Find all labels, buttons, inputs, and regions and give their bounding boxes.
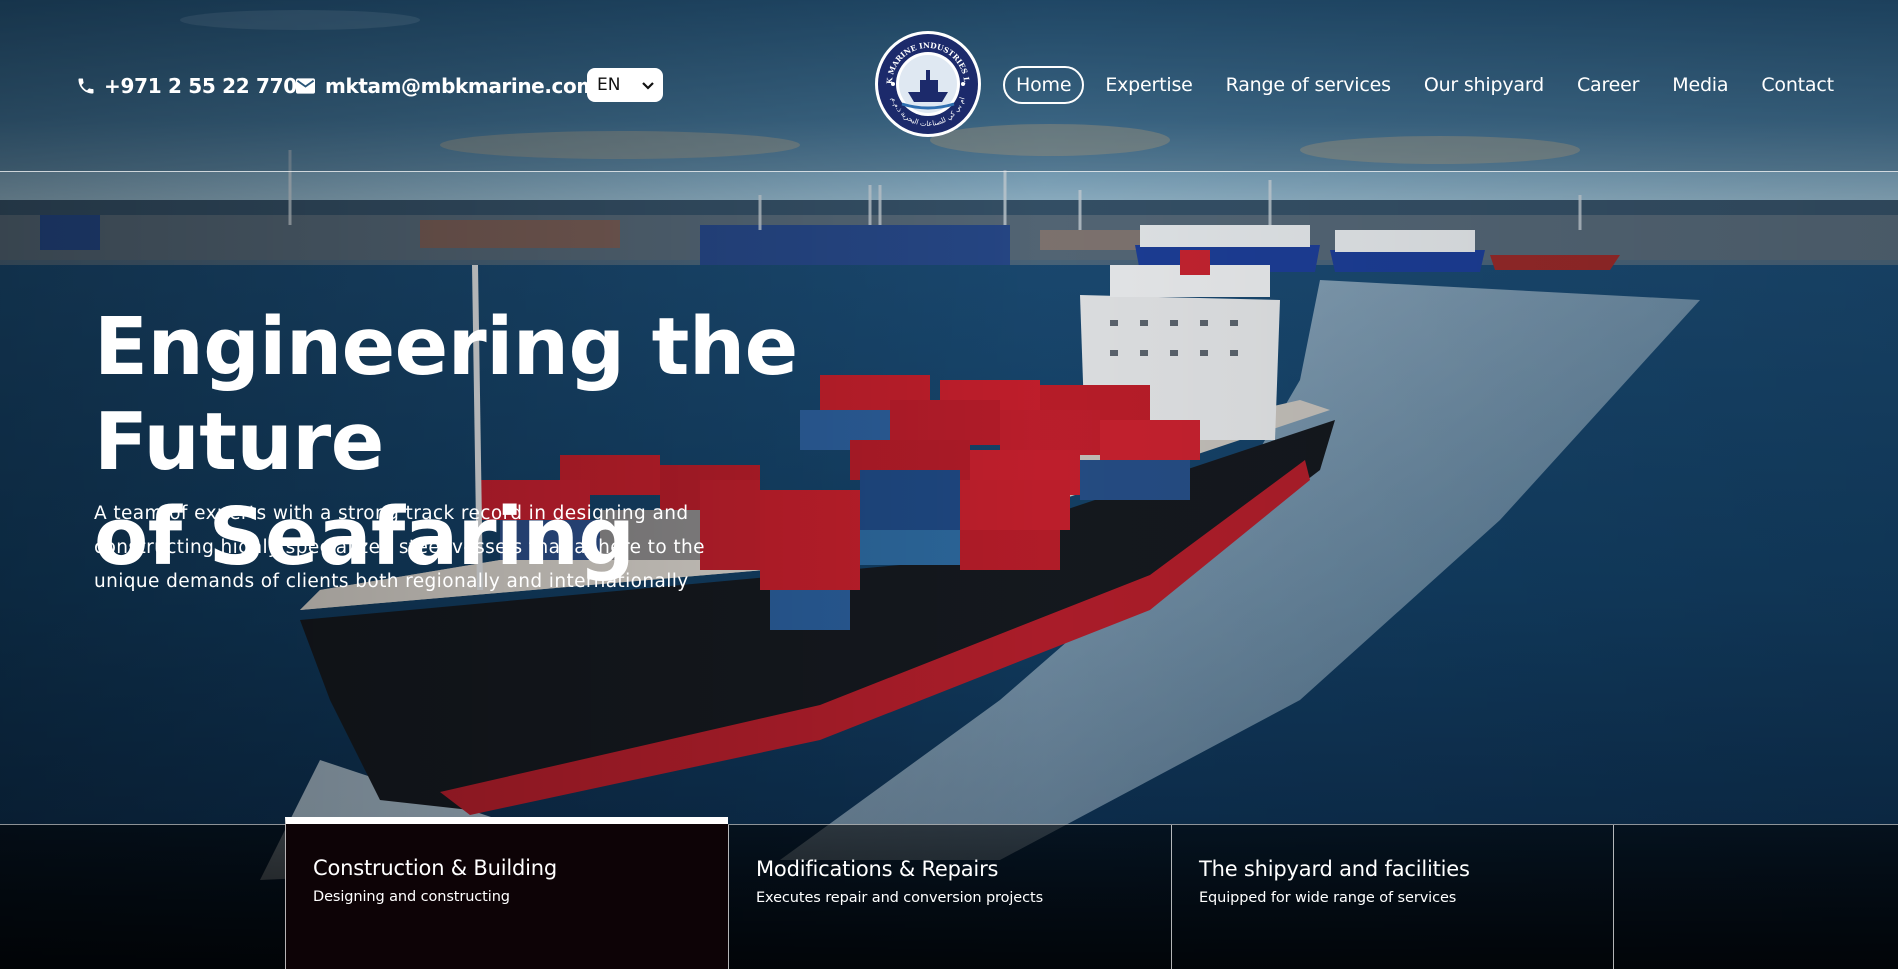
tab-modifications-repairs[interactable]: Modifications & Repairs Executes repair … xyxy=(728,825,1171,969)
tab-construction-building[interactable]: Construction & Building Designing and co… xyxy=(285,817,728,969)
nav-range-of-services[interactable]: Range of services xyxy=(1214,66,1403,104)
language-select[interactable]: EN xyxy=(587,68,663,102)
tab-shipyard-facilities[interactable]: The shipyard and facilities Equipped for… xyxy=(1171,825,1614,969)
mail-icon xyxy=(296,78,315,94)
company-logo[interactable]: MBK MARINE INDUSTRIES L.L.C ام بي كي للص… xyxy=(870,23,982,138)
phone-link[interactable]: +971 2 55 22 770 xyxy=(76,72,297,100)
email-address: mktam@mbkmarine.com xyxy=(325,74,597,98)
phone-icon xyxy=(76,76,96,96)
language-value: EN xyxy=(597,75,621,95)
nav-contact[interactable]: Contact xyxy=(1749,66,1846,104)
services-tab-bar: Construction & Building Designing and co… xyxy=(0,817,1898,969)
hero-subtitle: A team of experts with a strong track re… xyxy=(94,503,705,592)
hero-title-line-1: Engineering the Future xyxy=(94,301,798,488)
main-nav: Home Expertise Range of services Our shi… xyxy=(1003,66,1855,104)
nav-career[interactable]: Career xyxy=(1565,66,1651,104)
tab-title: The shipyard and facilities xyxy=(1199,857,1470,881)
tab-description: Designing and constructing xyxy=(313,889,510,905)
phone-number: +971 2 55 22 770 xyxy=(104,74,297,98)
nav-media[interactable]: Media xyxy=(1660,66,1740,104)
tab-title: Modifications & Repairs xyxy=(756,857,999,881)
chevron-down-icon xyxy=(642,75,654,95)
nav-expertise[interactable]: Expertise xyxy=(1093,66,1204,104)
tab-description: Equipped for wide range of services xyxy=(1199,890,1457,906)
email-link[interactable]: mktam@mbkmarine.com xyxy=(296,72,597,100)
nav-home[interactable]: Home xyxy=(1003,66,1085,104)
tab-title: Construction & Building xyxy=(313,856,558,880)
tab-description: Executes repair and conversion projects xyxy=(756,890,1044,906)
nav-our-shipyard[interactable]: Our shipyard xyxy=(1412,66,1556,104)
tab-divider xyxy=(1613,825,1614,969)
site-header: +971 2 55 22 770 mktam@mbkmarine.com EN … xyxy=(0,0,1898,172)
